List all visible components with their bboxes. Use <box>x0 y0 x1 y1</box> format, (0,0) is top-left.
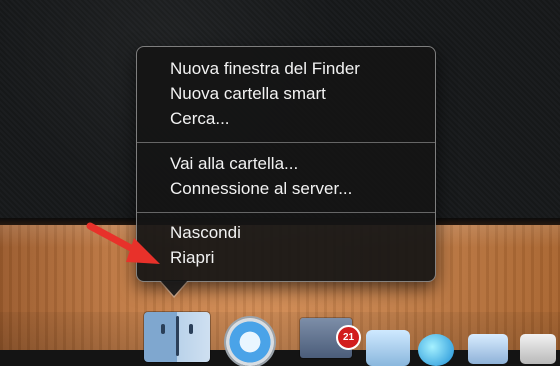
menu-item-search[interactable]: Cerca... <box>170 107 230 131</box>
menu-separator <box>137 142 435 143</box>
mail-badge: 21 <box>336 325 361 350</box>
menu-separator <box>137 212 435 213</box>
menu-item-go-to-folder[interactable]: Vai alla cartella... <box>170 152 298 176</box>
menu-item-connect-to-server[interactable]: Connessione al server... <box>170 177 352 201</box>
menu-item-new-smart-folder[interactable]: Nuova cartella smart <box>170 82 326 106</box>
red-annotation-arrow-icon <box>86 222 160 264</box>
menu-item-hide[interactable]: Nascondi <box>170 221 241 245</box>
menu-item-relaunch[interactable]: Riapri <box>170 246 214 270</box>
finder-eye-left <box>161 324 165 334</box>
safari-icon[interactable] <box>226 318 274 366</box>
menu-pointer <box>160 280 188 296</box>
dock-app-icon[interactable] <box>366 330 410 366</box>
menu-item-new-finder-window[interactable]: Nuova finestra del Finder <box>170 57 360 81</box>
dock-context-menu: Nuova finestra del Finder Nuova cartella… <box>136 46 436 282</box>
finder-eye-right <box>189 324 193 334</box>
finder-face-line <box>176 316 179 356</box>
dock-app-icon[interactable] <box>468 334 508 364</box>
finder-icon[interactable] <box>144 312 210 362</box>
dock-app-icon[interactable] <box>418 334 454 366</box>
dock-app-icon[interactable] <box>520 334 556 364</box>
